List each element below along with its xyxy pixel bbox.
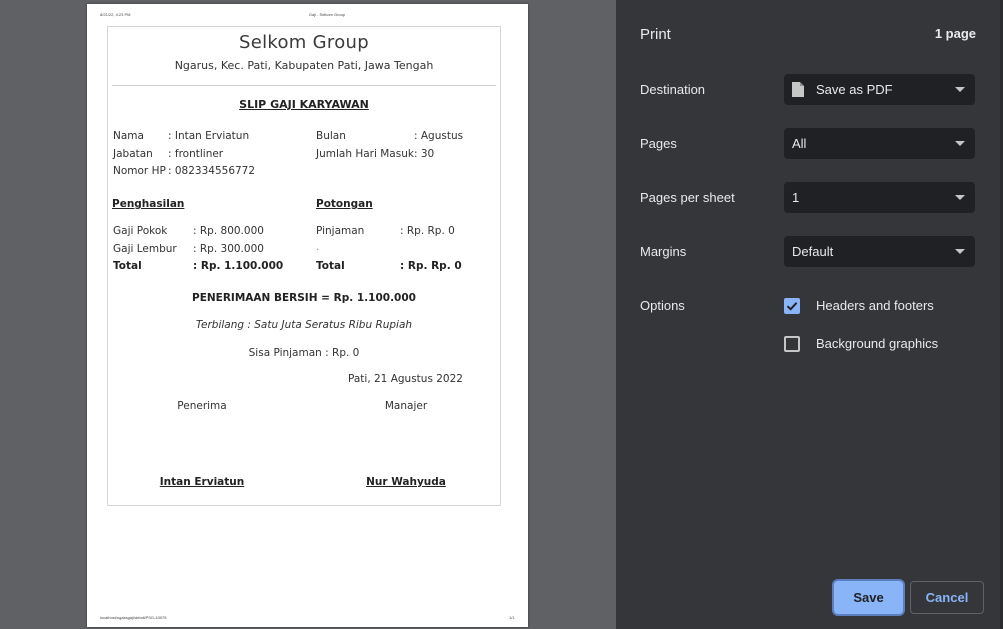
slip-title: SLIP GAJI KARYAWAN (239, 98, 369, 111)
nama-value: : Intan Erviatun (168, 130, 250, 142)
checkmark-icon (786, 302, 798, 311)
margins-select[interactable]: Default (784, 236, 975, 267)
background-graphics-checkbox[interactable] (784, 336, 800, 352)
save-button[interactable]: Save (834, 581, 903, 614)
headers-footers-checkbox[interactable] (784, 298, 800, 314)
preview-page: 8/21/22, 4:23 PM Gaji - Selkom Group loc… (87, 4, 528, 627)
chevron-down-icon (955, 87, 965, 92)
pinjaman-label: Pinjaman (316, 225, 365, 237)
page-footer-pagenum: 1/1 (509, 615, 515, 620)
terbilang: Terbilang : Satu Juta Seratus Ribu Rupia… (195, 319, 413, 331)
jabatan-label: Jabatan (113, 148, 153, 160)
bulan-label: Bulan (316, 130, 346, 142)
headers-footers-label[interactable]: Headers and footers (816, 298, 934, 313)
destination-value: Save as PDF (816, 82, 893, 97)
destination-select[interactable]: Save as PDF (784, 74, 975, 105)
print-title: Print (640, 26, 671, 43)
jabatan-value: : frontliner (168, 148, 224, 160)
file-icon (792, 82, 804, 97)
hp-value: : 082334556772 (168, 165, 256, 177)
pages-per-sheet-label: Pages per sheet (640, 190, 735, 205)
gaji-lembur-label: Gaji Lembur (113, 243, 177, 255)
margins-label: Margins (640, 244, 687, 259)
date-place: Pati, 21 Agustus 2022 (348, 373, 463, 385)
chevron-down-icon (955, 141, 965, 146)
salary-slip: Selkom Group Ngarus, Kec. Pati, Kabupate… (107, 26, 501, 506)
potongan-total-label: Total (316, 260, 345, 272)
header-divider (112, 85, 496, 86)
options-label: Options (640, 298, 685, 313)
print-settings-panel: Print 1 page Destination Save as PDF Pag… (616, 0, 1003, 629)
hp-label: Nomor HP (113, 165, 166, 177)
page-header-datetime: 8/21/22, 4:23 PM (100, 12, 131, 17)
nama-label: Nama (113, 130, 144, 142)
pages-label: Pages (640, 136, 677, 151)
net-pay: PENERIMAAN BERSIH = Rp. 1.100.000 (192, 292, 416, 304)
chevron-down-icon (955, 195, 965, 200)
pages-select[interactable]: All (784, 128, 975, 159)
company-name: Selkom Group (239, 32, 369, 53)
page-header-title: Gaji - Selkom Group (308, 12, 346, 17)
manager-name: Nur Wahyuda (366, 476, 446, 488)
pinjaman-value: : Rp. Rp. 0 (400, 225, 455, 237)
receiver-name: Intan Erviatun (159, 476, 245, 488)
gaji-pokok-value: : Rp. 800.000 (193, 225, 264, 237)
potongan-heading: Potongan (316, 198, 373, 210)
page-footer-url: localhost/ngaksgaji/detail/PSG-43075 (100, 615, 167, 620)
margins-value: Default (792, 244, 834, 259)
pages-per-sheet-select[interactable]: 1 (784, 182, 975, 213)
hari-label: Jumlah Hari Masuk (316, 148, 414, 160)
penghasilan-heading: Penghasilan (112, 198, 185, 210)
bulan-value: : Agustus (414, 130, 464, 142)
manager-label: Manajer (384, 400, 428, 412)
chevron-down-icon (955, 249, 965, 254)
page-count: 1 page (934, 26, 976, 41)
penghasilan-total-label: Total (113, 260, 142, 272)
background-graphics-label[interactable]: Background graphics (816, 336, 938, 351)
penghasilan-total-value: : Rp. 1.100.000 (193, 260, 284, 272)
pages-value: All (792, 136, 807, 151)
company-address: Ngarus, Kec. Pati, Kabupaten Pati, Jawa … (174, 59, 434, 72)
potongan-total-value: : Rp. Rp. 0 (400, 260, 462, 272)
gaji-pokok-label: Gaji Pokok (113, 225, 168, 237)
destination-label: Destination (640, 82, 706, 97)
cancel-button[interactable]: Cancel (910, 581, 984, 614)
print-preview-area: 8/21/22, 4:23 PM Gaji - Selkom Group loc… (0, 0, 616, 629)
hari-value: : 30 (414, 148, 435, 160)
receiver-label: Penerima (177, 400, 227, 412)
potongan-placeholder-dot: . (316, 241, 320, 253)
pages-per-sheet-value: 1 (792, 190, 800, 205)
gaji-lembur-value: : Rp. 300.000 (193, 243, 264, 255)
sisa-pinjaman: Sisa Pinjaman : Rp. 0 (248, 347, 360, 359)
